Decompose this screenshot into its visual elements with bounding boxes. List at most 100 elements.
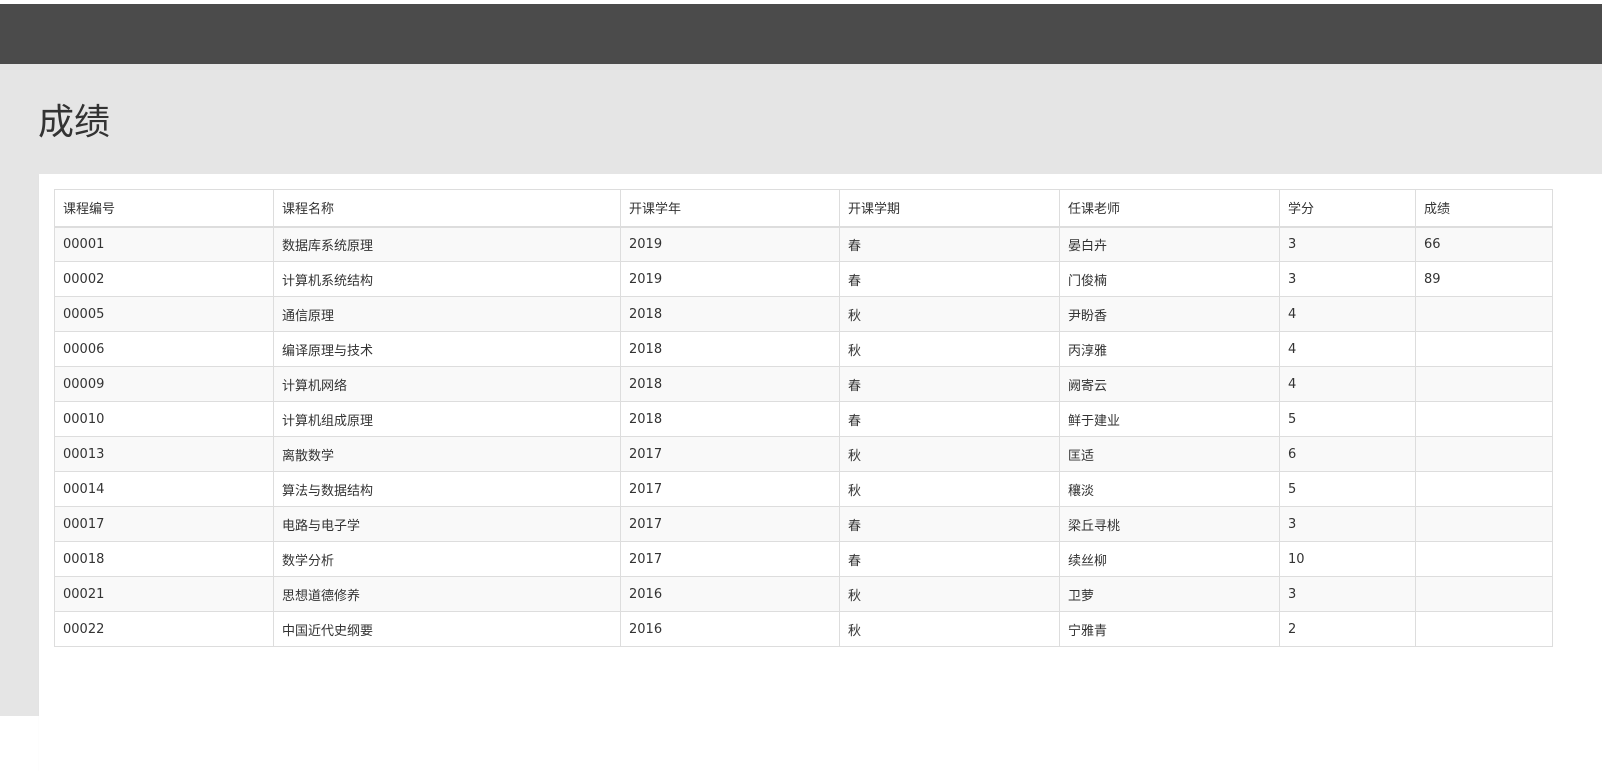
course-name-cell: 编译原理与技术 <box>273 331 621 367</box>
term-cell: 秋 <box>839 296 1060 332</box>
table-row: 00018 数学分析 2017 春 续丝柳 10 <box>54 541 1553 577</box>
year-cell: 2018 <box>620 366 840 402</box>
table-row: 00014 算法与数据结构 2017 秋 穰淡 5 <box>54 471 1553 507</box>
table-row: 00002 计算机系统结构 2019 春 门俊楠 3 89 <box>54 261 1553 297</box>
grades-table: 课程编号 课程名称 开课学年 开课学期 任课老师 学分 成绩 00001 数据库… <box>54 189 1553 647</box>
course-name-cell: 通信原理 <box>273 296 621 332</box>
column-header-term: 开课学期 <box>839 189 1060 228</box>
teacher-cell: 丙淳雅 <box>1059 331 1280 367</box>
credits-cell: 4 <box>1279 331 1416 367</box>
course-id-cell: 00006 <box>54 331 274 367</box>
grade-cell <box>1415 436 1553 472</box>
term-cell: 春 <box>839 261 1060 297</box>
column-header-year: 开课学年 <box>620 189 840 228</box>
grade-cell <box>1415 611 1553 647</box>
teacher-cell: 鲜于建业 <box>1059 401 1280 437</box>
teacher-cell: 卫萝 <box>1059 576 1280 612</box>
year-cell: 2017 <box>620 506 840 542</box>
year-cell: 2018 <box>620 331 840 367</box>
term-cell: 秋 <box>839 471 1060 507</box>
credits-cell: 4 <box>1279 366 1416 402</box>
course-name-cell: 计算机系统结构 <box>273 261 621 297</box>
year-cell: 2019 <box>620 261 840 297</box>
year-cell: 2016 <box>620 611 840 647</box>
course-id-cell: 00013 <box>54 436 274 472</box>
course-id-cell: 00009 <box>54 366 274 402</box>
credits-cell: 5 <box>1279 471 1416 507</box>
table-row: 00005 通信原理 2018 秋 尹盼香 4 <box>54 296 1553 332</box>
teacher-cell: 匡适 <box>1059 436 1280 472</box>
credits-cell: 2 <box>1279 611 1416 647</box>
credits-cell: 6 <box>1279 436 1416 472</box>
credits-cell: 5 <box>1279 401 1416 437</box>
teacher-cell: 续丝柳 <box>1059 541 1280 577</box>
course-id-cell: 00022 <box>54 611 274 647</box>
credits-cell: 3 <box>1279 506 1416 542</box>
grades-table-body: 00001 数据库系统原理 2019 春 晏白卉 3 66 00002 计算机系… <box>54 226 1553 647</box>
course-id-cell: 00002 <box>54 261 274 297</box>
column-header-credits: 学分 <box>1279 189 1416 228</box>
grade-cell <box>1415 401 1553 437</box>
year-cell: 2016 <box>620 576 840 612</box>
teacher-cell: 阙寄云 <box>1059 366 1280 402</box>
credits-cell: 3 <box>1279 261 1416 297</box>
table-row: 00006 编译原理与技术 2018 秋 丙淳雅 4 <box>54 331 1553 367</box>
teacher-cell: 尹盼香 <box>1059 296 1280 332</box>
year-cell: 2017 <box>620 541 840 577</box>
teacher-cell: 宁雅青 <box>1059 611 1280 647</box>
credits-cell: 10 <box>1279 541 1416 577</box>
page-content: 成绩 课程编号 课程名称 开课学年 开课学期 任课老师 学分 成绩 00001 … <box>0 64 1602 771</box>
course-name-cell: 电路与电子学 <box>273 506 621 542</box>
column-header-course-id: 课程编号 <box>54 189 274 228</box>
course-id-cell: 00018 <box>54 541 274 577</box>
table-row: 00021 思想道德修养 2016 秋 卫萝 3 <box>54 576 1553 612</box>
credits-cell: 3 <box>1279 576 1416 612</box>
column-header-teacher: 任课老师 <box>1059 189 1280 228</box>
table-row: 00013 离散数学 2017 秋 匡适 6 <box>54 436 1553 472</box>
grade-cell <box>1415 506 1553 542</box>
course-name-cell: 计算机组成原理 <box>273 401 621 437</box>
table-header-row: 课程编号 课程名称 开课学年 开课学期 任课老师 学分 成绩 <box>54 189 1553 228</box>
table-row: 00022 中国近代史纲要 2016 秋 宁雅青 2 <box>54 611 1553 647</box>
grade-cell <box>1415 366 1553 402</box>
course-name-cell: 数学分析 <box>273 541 621 577</box>
credits-cell: 4 <box>1279 296 1416 332</box>
course-id-cell: 00010 <box>54 401 274 437</box>
course-id-cell: 00001 <box>54 226 274 262</box>
term-cell: 秋 <box>839 576 1060 612</box>
course-id-cell: 00005 <box>54 296 274 332</box>
term-cell: 春 <box>839 506 1060 542</box>
grade-cell <box>1415 331 1553 367</box>
column-header-grade: 成绩 <box>1415 189 1553 228</box>
table-row: 00009 计算机网络 2018 春 阙寄云 4 <box>54 366 1553 402</box>
year-cell: 2017 <box>620 471 840 507</box>
course-name-cell: 计算机网络 <box>273 366 621 402</box>
page-title: 成绩 <box>38 102 111 143</box>
table-row: 00010 计算机组成原理 2018 春 鲜于建业 5 <box>54 401 1553 437</box>
term-cell: 春 <box>839 541 1060 577</box>
course-name-cell: 离散数学 <box>273 436 621 472</box>
course-id-cell: 00014 <box>54 471 274 507</box>
teacher-cell: 门俊楠 <box>1059 261 1280 297</box>
course-name-cell: 算法与数据结构 <box>273 471 621 507</box>
term-cell: 春 <box>839 401 1060 437</box>
course-id-cell: 00021 <box>54 576 274 612</box>
grades-panel: 课程编号 课程名称 开课学年 开课学期 任课老师 学分 成绩 00001 数据库… <box>39 174 1602 771</box>
teacher-cell: 梁丘寻桃 <box>1059 506 1280 542</box>
year-cell: 2017 <box>620 436 840 472</box>
course-name-cell: 中国近代史纲要 <box>273 611 621 647</box>
teacher-cell: 穰淡 <box>1059 471 1280 507</box>
grade-cell: 66 <box>1415 226 1553 262</box>
teacher-cell: 晏白卉 <box>1059 226 1280 262</box>
grade-cell: 89 <box>1415 261 1553 297</box>
term-cell: 秋 <box>839 611 1060 647</box>
year-cell: 2019 <box>620 226 840 262</box>
column-header-course-name: 课程名称 <box>273 189 621 228</box>
table-row: 00001 数据库系统原理 2019 春 晏白卉 3 66 <box>54 226 1553 262</box>
grade-cell <box>1415 576 1553 612</box>
year-cell: 2018 <box>620 401 840 437</box>
credits-cell: 3 <box>1279 226 1416 262</box>
top-navbar <box>0 4 1602 64</box>
term-cell: 秋 <box>839 331 1060 367</box>
term-cell: 春 <box>839 226 1060 262</box>
